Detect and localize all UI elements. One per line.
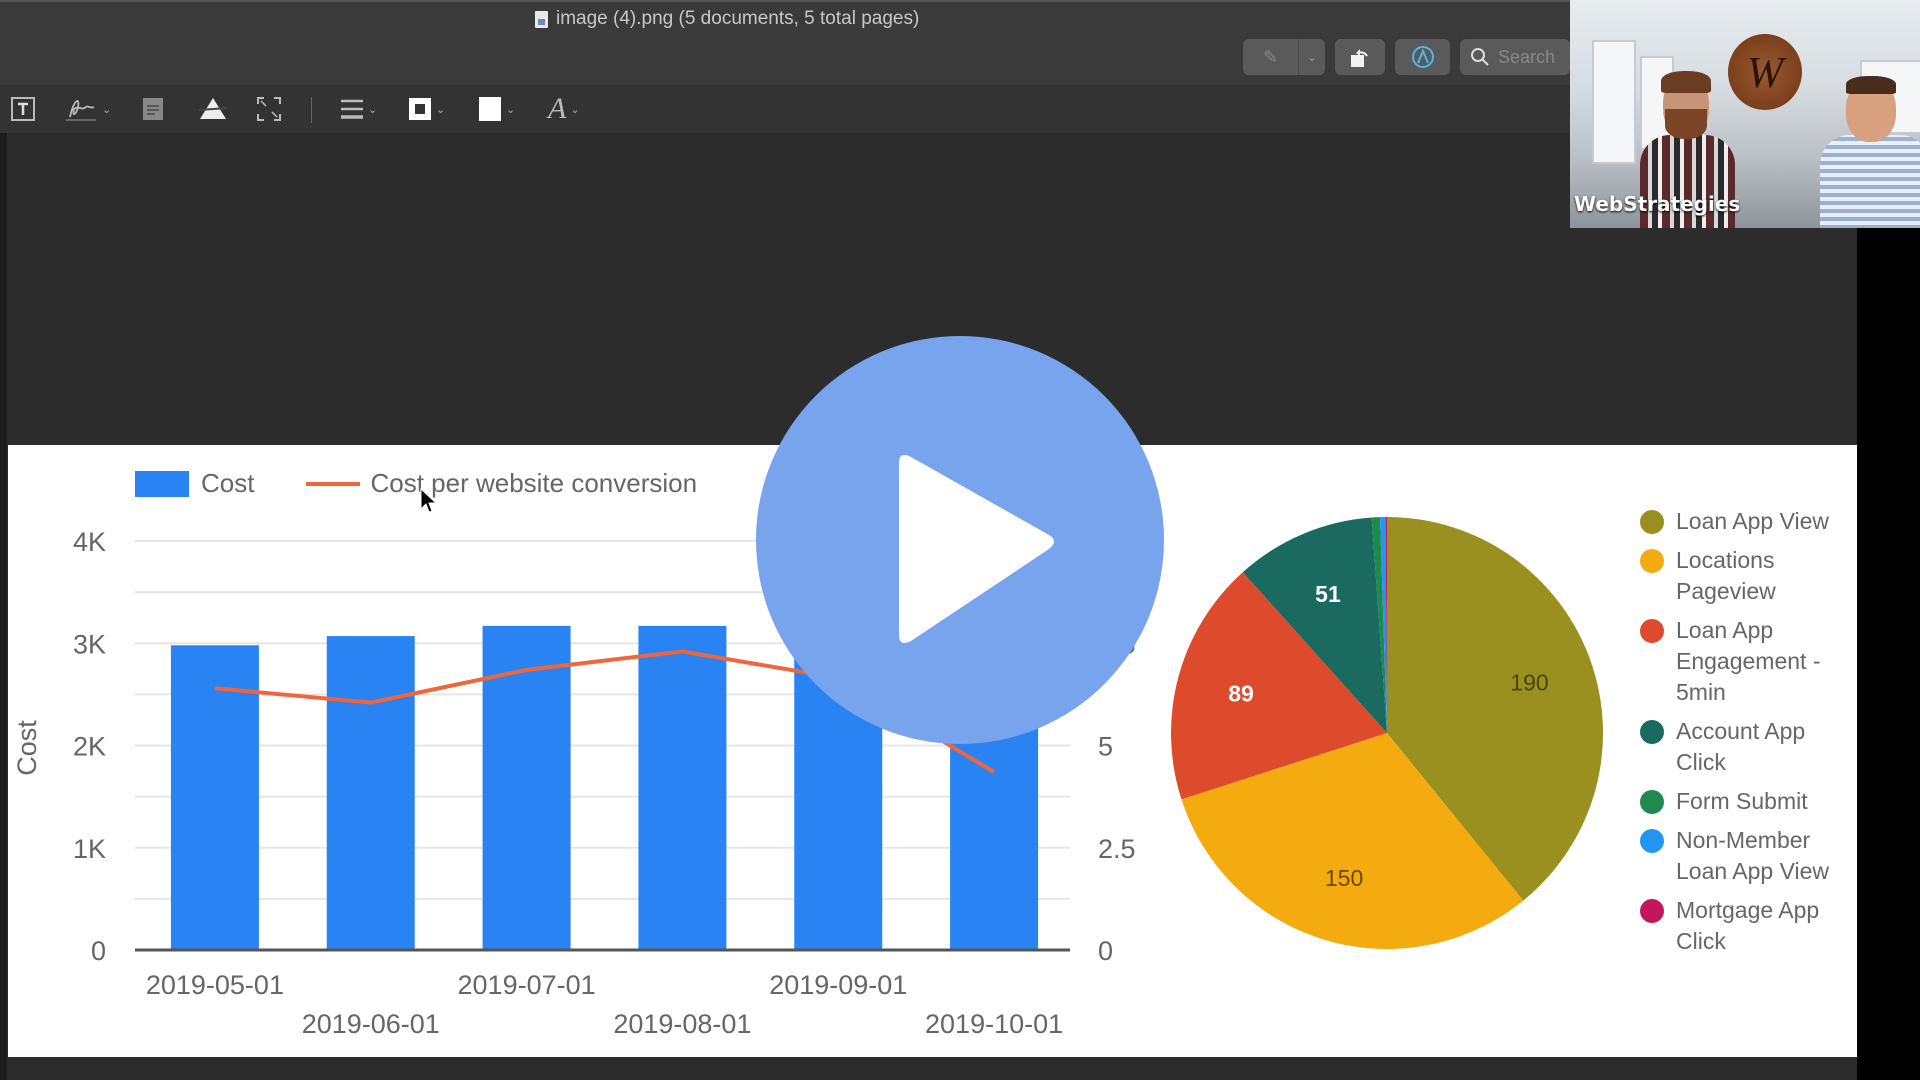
chevron-down-icon[interactable]: ⌄ [1299,50,1325,64]
note-tool[interactable] [142,95,164,123]
markup-icon [1411,46,1434,68]
rotate-icon [1351,49,1368,67]
legend-dot-icon [1640,549,1664,573]
fill-color-tool[interactable]: ⌄ [478,95,515,123]
pie-legend-label: Locations Pageview [1676,547,1776,604]
chevron-down-icon: ⌄ [506,103,516,116]
pie-legend-label: Mortgage App Click [1676,897,1820,954]
sidebar-edge [0,133,7,1080]
pen-icon[interactable]: ✎ [1243,39,1299,75]
adjust-color-tool[interactable] [197,95,229,123]
legend-swatch-cost [135,470,189,497]
chevron-down-icon: ⌄ [368,103,378,116]
pie-legend-item: Non-Member Loan App View [1640,825,1850,887]
pie-legend-item: Account App Click [1640,716,1850,778]
prism-icon [198,98,228,119]
screen-edge [1857,228,1920,1080]
pie-legend-item: Form Submit [1640,786,1850,817]
legend-dot-icon [1640,510,1664,534]
shape-style-tool[interactable]: ⌄ [340,95,377,123]
markup-toolbar-button[interactable] [1395,39,1450,75]
pie-legend-item: Loan App Engagement -5min [1640,615,1850,708]
legend-label-cost: Cost [201,468,255,498]
combo-chart-legend: Cost Cost per website conversion [135,468,697,499]
search-placeholder: Search [1498,46,1556,67]
pie-legend-label: Account App Click [1676,718,1806,775]
chevron-down-icon: ⌄ [570,103,580,116]
legend-dot-icon [1640,720,1664,744]
pie-legend-label: Form Submit [1676,788,1808,814]
resize-icon [257,97,281,121]
text-style-tool[interactable]: A ⌄ [548,92,580,125]
chevron-down-icon: ⌄ [102,103,112,116]
text-style-icon: A [548,92,567,125]
legend-dot-icon [1640,899,1664,923]
search-icon [1471,48,1489,66]
legend-dot-icon [1640,619,1664,643]
chevron-down-icon: ⌄ [436,103,446,116]
webcam-overlay: W WebStrategies [1570,0,1920,228]
rotate-button[interactable] [1335,39,1385,75]
text-box-tool[interactable] [10,95,36,123]
note-icon [143,98,163,120]
pie-legend-item: Loan App View [1640,506,1850,537]
toolbar-divider [311,97,312,123]
office-window [1592,40,1636,164]
pie-legend-item: Mortgage App Click [1640,895,1850,957]
adjust-size-tool[interactable] [256,95,282,123]
legend-dot-icon [1640,829,1664,853]
lines-icon [341,99,363,119]
border-color-tool[interactable]: ⌄ [408,95,445,123]
window-title: image (4).png (5 documents, 5 total page… [535,8,919,30]
document-icon [535,10,548,28]
pie-legend: Loan App View Locations Pageview Loan App En… [1640,506,1850,965]
signature-icon [66,100,96,121]
title-toolbar: ✎ ⌄ Search [1243,39,1570,77]
fill-color-icon [479,97,501,121]
play-button[interactable] [756,336,1164,744]
text-box-icon [11,97,35,121]
window-title-text: image (4).png (5 documents, 5 total page… [556,8,920,29]
webcam-label: WebStrategies [1574,192,1741,216]
presenter-right [1820,76,1920,228]
pie-legend-item: Locations Pageview [1640,545,1850,607]
pie-legend-label: Non-Member Loan App View [1676,827,1830,884]
legend-dot-icon [1640,790,1664,814]
highlight-button[interactable]: ✎ ⌄ [1243,39,1325,75]
signature-tool[interactable]: ⌄ [64,95,111,123]
pie-legend-label: Loan App View [1676,508,1830,534]
legend-swatch-cost-per-conversion [306,481,361,486]
mouse-cursor-icon [420,488,438,513]
search-field[interactable]: Search [1460,39,1570,75]
border-color-icon [409,98,431,120]
pie-legend-label: Loan App Engagement -5min [1676,617,1821,705]
company-logo: W [1728,34,1802,110]
